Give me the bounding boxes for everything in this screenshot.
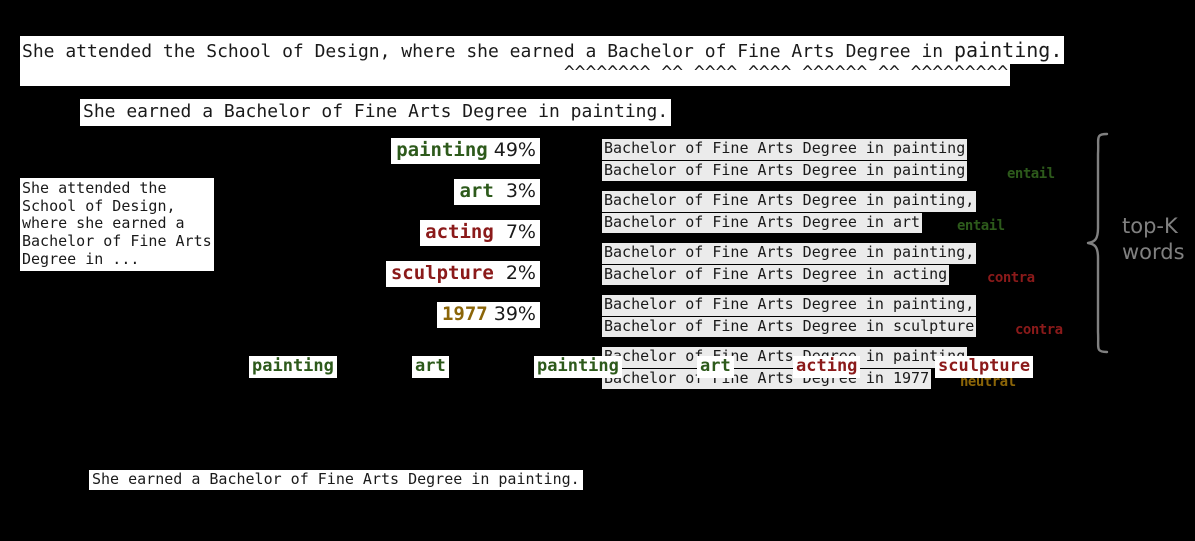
nli-label-entail: entail bbox=[957, 218, 1005, 234]
source-sentence-tail-word: painting. bbox=[953, 38, 1063, 62]
nli-pair-block[interactable]: Bachelor of Fine Arts Degree in painting… bbox=[602, 138, 1072, 182]
nli-pair-hypothesis: Bachelor of Fine Arts Degree in sculptur… bbox=[602, 316, 977, 338]
candidate-word-probability: 2% bbox=[493, 262, 536, 284]
beam-word-chip[interactable]: painting bbox=[249, 356, 337, 378]
candidate-word-chip[interactable]: art 3% bbox=[454, 179, 540, 205]
candidate-word-chip[interactable]: painting 49% bbox=[391, 138, 540, 164]
nli-pair-premise: Bachelor of Fine Arts Degree in painting bbox=[602, 139, 968, 160]
candidate-word-probability: 39% bbox=[487, 303, 536, 325]
candidate-word-list: painting 49% art 3% acting 7% sculpture 2% 1… bbox=[240, 138, 540, 343]
hypothesis-sentence: She earned a Bachelor of Fine Arts Degre… bbox=[80, 99, 672, 126]
premise-line: Bachelor of Fine Arts bbox=[22, 232, 212, 251]
premise-line: where she earned a bbox=[22, 214, 185, 233]
candidate-word-label: painting bbox=[396, 139, 488, 161]
beam-word-chip[interactable]: sculpture bbox=[935, 356, 1034, 378]
nli-pair-premise: Bachelor of Fine Arts Degree in painting… bbox=[602, 295, 977, 316]
top-k-caption-line2: words bbox=[1122, 240, 1185, 265]
beam-word-chip[interactable]: acting bbox=[793, 356, 861, 378]
top-k-caption: top-K words bbox=[1122, 213, 1185, 266]
brace-icon bbox=[1086, 132, 1109, 354]
candidate-word-label: 1977 bbox=[441, 303, 488, 325]
candidate-word-label: acting bbox=[425, 221, 494, 243]
source-carets: ^^^^^^^^ ^^ ^^^^ ^^^^ ^^^^^^ ^^ ^^^^^^^^… bbox=[20, 62, 1011, 86]
nli-pair-hypothesis: Bachelor of Fine Arts Degree in painting bbox=[602, 160, 968, 182]
nli-pair-hypothesis: Bachelor of Fine Arts Degree in acting bbox=[602, 264, 950, 286]
beam-word-chip[interactable]: art bbox=[697, 356, 734, 378]
premise-line: Degree in ... bbox=[22, 249, 140, 268]
nli-pair-block[interactable]: Bachelor of Fine Arts Degree in painting… bbox=[602, 294, 1072, 338]
nli-pair-premise: Bachelor of Fine Arts Degree in painting… bbox=[602, 243, 977, 264]
candidate-word-label: art bbox=[459, 180, 494, 202]
candidate-word-label: sculpture bbox=[390, 262, 494, 284]
nli-label-contra: contra bbox=[987, 270, 1035, 286]
beam-word-row: painting art painting art acting sculpture bbox=[0, 356, 1195, 382]
candidate-word-chip[interactable]: 1977 39% bbox=[436, 302, 540, 328]
final-output-caption: She earned a Bachelor of Fine Arts Degre… bbox=[89, 470, 583, 490]
candidate-word-probability: 3% bbox=[493, 180, 536, 202]
candidate-word-chip[interactable]: sculpture 2% bbox=[385, 261, 540, 287]
beam-word-chip[interactable]: art bbox=[412, 356, 449, 378]
candidate-word-row[interactable]: 1977 39% bbox=[240, 302, 540, 343]
nli-pair-hypothesis: Bachelor of Fine Arts Degree in art bbox=[602, 212, 923, 234]
candidate-word-row[interactable]: art 3% bbox=[240, 179, 540, 220]
premise-line: School of Design, bbox=[22, 196, 176, 215]
beam-word-chip[interactable]: painting bbox=[534, 356, 622, 378]
candidate-word-probability: 49% bbox=[487, 139, 536, 161]
candidate-word-row[interactable]: acting 7% bbox=[240, 220, 540, 261]
nli-pair-block[interactable]: Bachelor of Fine Arts Degree in painting… bbox=[602, 242, 1072, 286]
source-sentence-prefix: She attended the School of Design, where… bbox=[22, 41, 954, 62]
premise-line: She attended the bbox=[22, 179, 167, 197]
candidate-word-chip[interactable]: acting 7% bbox=[420, 220, 540, 246]
premise-context-box: She attended the School of Design, where s… bbox=[20, 178, 214, 272]
source-sentence: She attended the School of Design, where… bbox=[20, 36, 1065, 64]
candidate-word-row[interactable]: sculpture 2% bbox=[240, 261, 540, 302]
top-k-brace bbox=[1085, 132, 1113, 358]
candidate-word-probability: 7% bbox=[493, 221, 536, 243]
nli-label-entail: entail bbox=[1007, 166, 1055, 182]
nli-pair-block[interactable]: Bachelor of Fine Arts Degree in painting… bbox=[602, 190, 1072, 234]
nli-label-contra: contra bbox=[1015, 322, 1063, 338]
top-k-caption-line1: top-K bbox=[1122, 214, 1178, 238]
candidate-word-row[interactable]: painting 49% bbox=[240, 138, 540, 179]
nli-pair-premise: Bachelor of Fine Arts Degree in painting… bbox=[602, 191, 977, 212]
